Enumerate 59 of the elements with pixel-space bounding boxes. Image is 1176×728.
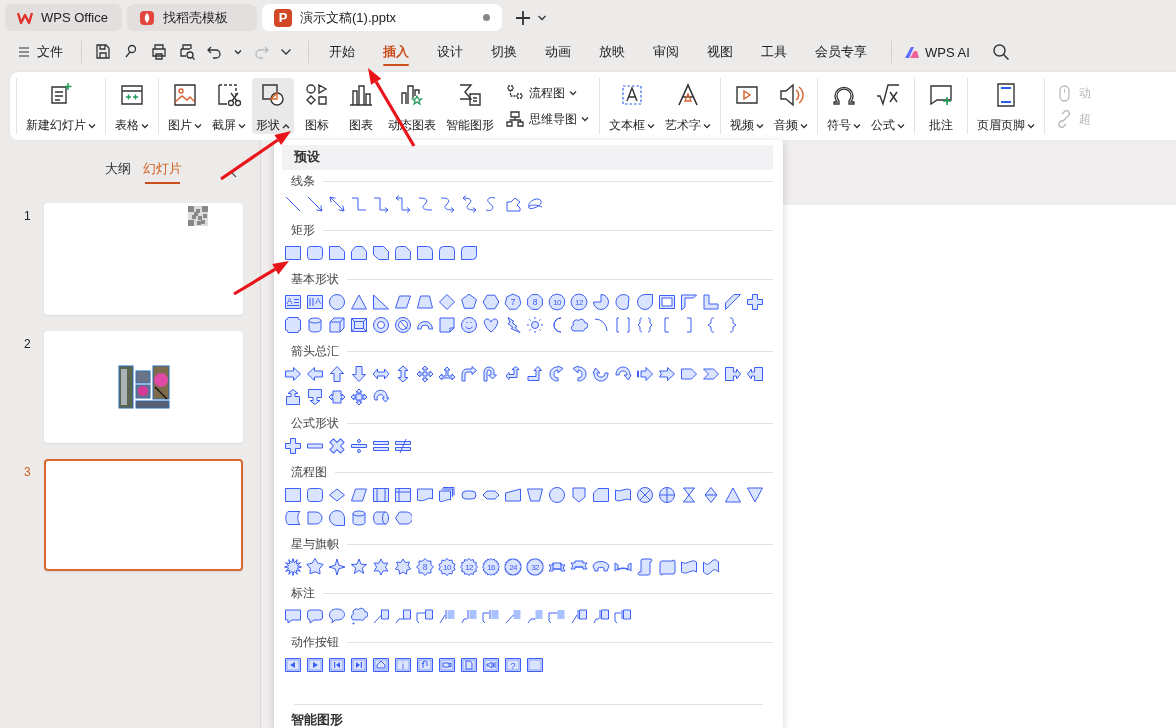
ribbon-tab[interactable]: 会员专享 — [801, 34, 881, 70]
slide-number: 1 — [23, 208, 32, 223]
section-title: 流程图 — [291, 463, 327, 481]
ribbon-button[interactable]: 图片 — [164, 78, 206, 134]
document-tab[interactable]: 找稻壳模板 — [127, 4, 257, 31]
ribbon-button[interactable]: 批注 — [920, 78, 962, 134]
section-title: 线条 — [291, 172, 315, 190]
star-16-icon[interactable]: 16 — [480, 556, 502, 578]
ribbon-button[interactable]: 形状 — [252, 78, 294, 134]
file-menu[interactable]: 文件 — [14, 43, 67, 61]
star-8-icon[interactable]: 8 — [414, 556, 436, 578]
ribbon-button[interactable]: 智能图形 — [442, 78, 498, 134]
ribbon-button[interactable]: 流程图 — [502, 82, 592, 104]
ribbon-button[interactable]: 符号 — [823, 78, 865, 134]
star-12-icon[interactable]: 12 — [458, 556, 480, 578]
star-32-icon[interactable]: 32 — [524, 556, 546, 578]
ribbon-button[interactable]: 新建幻灯片 — [22, 78, 100, 134]
section-title: 标注 — [291, 584, 315, 602]
ribbon-button[interactable]: 视频 — [726, 78, 768, 134]
ribbon-tab[interactable]: 工具 — [747, 34, 801, 70]
section-title: 基本形状 — [291, 270, 339, 288]
ribbon-button[interactable]: 页眉页脚 — [973, 78, 1039, 134]
octagon-icon[interactable]: 8 — [524, 291, 546, 313]
document-tab[interactable]: WPS Office — [5, 4, 122, 31]
section-title: 箭头总汇 — [291, 342, 339, 360]
ribbon-button[interactable]: 表格 — [111, 78, 153, 134]
ribbon-tab[interactable]: 放映 — [585, 34, 639, 70]
ribbon-button[interactable]: 截屏 — [208, 78, 250, 134]
section-title: 公式形状 — [291, 414, 339, 432]
ribbon-tab[interactable]: 开始 — [315, 34, 369, 70]
ribbon-button[interactable]: 公式 — [867, 78, 909, 134]
document-tab[interactable]: P 演示文稿(1).pptx — [262, 4, 502, 31]
gallery-header: 预设 — [282, 145, 773, 170]
ribbon-button[interactable]: 音频 — [770, 78, 812, 134]
section-title: 智能图形 — [290, 711, 344, 728]
dodecagon-icon[interactable]: 12 — [568, 291, 590, 313]
slide-number: 3 — [23, 464, 32, 479]
ribbon-button[interactable]: 图表 — [340, 78, 382, 134]
decagon-icon[interactable]: 10 — [546, 291, 568, 313]
section-title: 星与旗帜 — [291, 535, 339, 553]
ribbon-button[interactable]: 文本框 — [605, 78, 659, 134]
ribbon-tab[interactable]: 切换 — [477, 34, 531, 70]
section-title: 动作按钮 — [291, 633, 339, 651]
slide-number: 2 — [23, 336, 32, 351]
ribbon-button[interactable]: 思维导图 — [502, 108, 592, 130]
ribbon-tab[interactable]: 审阅 — [639, 34, 693, 70]
ribbon-tab[interactable]: 插入 — [369, 34, 423, 70]
section-title: 矩形 — [291, 221, 315, 239]
ribbon-tab[interactable]: 视图 — [693, 34, 747, 70]
ribbon-button[interactable]: 艺术字 — [661, 78, 715, 134]
presentation-logo: P — [274, 8, 292, 27]
star-24-icon[interactable]: 24 — [502, 556, 524, 578]
ribbon-button[interactable]: 图标 — [296, 78, 338, 134]
star-10-icon[interactable]: 10 — [436, 556, 458, 578]
panel-tab[interactable]: 大纲 — [104, 160, 131, 182]
ribbon-tab[interactable]: 设计 — [423, 34, 477, 70]
wps-ai-button[interactable]: WPS AI — [904, 44, 970, 60]
ribbon-tab[interactable]: 动画 — [531, 34, 585, 70]
heptagon-icon[interactable]: 7 — [502, 291, 524, 313]
